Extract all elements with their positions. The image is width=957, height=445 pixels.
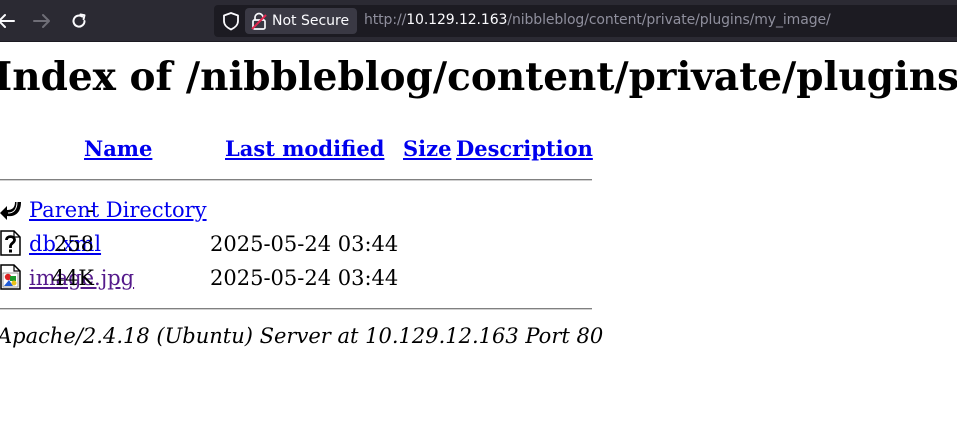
- site-security-badge[interactable]: Not Secure: [245, 8, 358, 34]
- page-title: Index of /nibbleblog/content/private/plu…: [0, 54, 957, 100]
- url-text[interactable]: http://10.129.12.163/nibbleblog/content/…: [364, 12, 831, 28]
- row-size: -: [86, 198, 94, 222]
- not-secure-label: Not Secure: [272, 13, 350, 29]
- column-header-size[interactable]: Size: [403, 136, 451, 161]
- row-last-modified: 2025-05-24 03:44: [210, 266, 399, 290]
- list-item-link[interactable]: Parent Directory: [29, 198, 207, 222]
- url-path: /nibbleblog/content/private/plugins/my_i…: [507, 12, 831, 28]
- row-size: 258: [53, 232, 94, 256]
- header-divider: [0, 179, 592, 181]
- back-icon: [0, 201, 21, 220]
- column-header-description[interactable]: Description: [456, 136, 593, 161]
- column-header-last-modified[interactable]: Last modified: [225, 136, 384, 161]
- url-host: 10.129.12.163: [406, 12, 508, 28]
- server-signature: Apache/2.4.18 (Ubuntu) Server at 10.129.…: [0, 324, 604, 348]
- footer-divider: [0, 308, 592, 310]
- forward-button[interactable]: [30, 9, 54, 33]
- page-content: Index of /nibbleblog/content/private/plu…: [0, 42, 957, 445]
- image-file-icon: [0, 264, 21, 290]
- column-header-name[interactable]: Name: [84, 136, 152, 161]
- reload-button[interactable]: [67, 9, 91, 33]
- browser-toolbar: Not Secure http://10.129.12.163/nibblebl…: [0, 0, 957, 42]
- url-prefix: http://: [364, 12, 407, 28]
- arrow-right-icon: [33, 14, 50, 28]
- unknown-file-icon: [0, 230, 21, 256]
- arrow-left-icon: [0, 14, 15, 28]
- shield-icon[interactable]: [222, 11, 240, 31]
- row-last-modified: 2025-05-24 03:44: [210, 232, 399, 256]
- back-button[interactable]: [0, 9, 18, 33]
- reload-icon: [72, 13, 86, 28]
- lock-warning-icon: [251, 12, 267, 30]
- row-size: 44K: [51, 266, 94, 290]
